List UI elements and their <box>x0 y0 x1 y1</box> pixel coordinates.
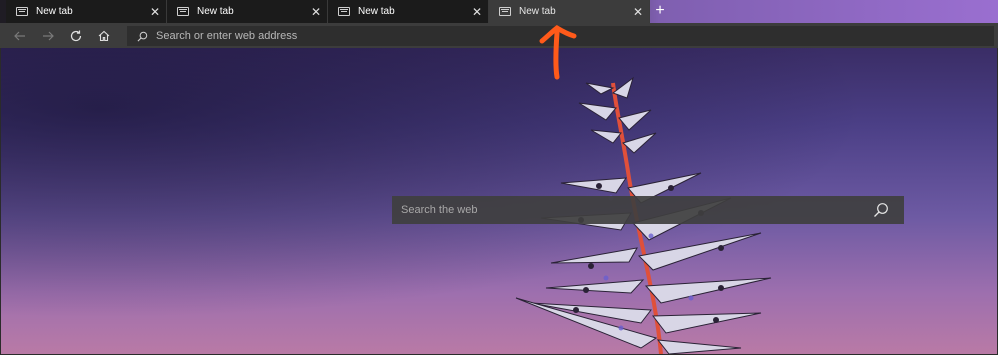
tab-page-icon <box>16 7 28 16</box>
new-tab-page: Search the web <box>1 48 997 354</box>
annotation-arrow-icon <box>539 25 577 80</box>
tab-strip: New tab ✕ New tab ✕ New tab ✕ New tab ✕ … <box>0 0 998 23</box>
home-icon <box>98 30 110 41</box>
tab-3[interactable]: New tab ✕ <box>328 0 489 23</box>
tab-title: New tab <box>197 6 234 17</box>
navigation-toolbar <box>0 23 998 48</box>
tab-title: New tab <box>519 6 556 17</box>
forward-button[interactable] <box>34 25 62 47</box>
new-tab-button[interactable]: + <box>652 3 668 19</box>
tab-1[interactable]: New tab ✕ <box>6 0 167 23</box>
search-icon <box>137 31 148 41</box>
tab-page-icon <box>499 7 511 16</box>
address-input[interactable] <box>156 30 856 42</box>
tab-4-active[interactable]: New tab ✕ <box>489 0 650 23</box>
home-button[interactable] <box>90 25 118 47</box>
web-search-box[interactable]: Search the web <box>392 196 904 224</box>
tab-page-icon <box>177 7 189 16</box>
tab-close-icon[interactable]: ✕ <box>470 5 484 19</box>
refresh-button[interactable] <box>62 25 90 47</box>
back-button[interactable] <box>6 25 34 47</box>
search-icon[interactable] <box>873 202 889 218</box>
tab-close-icon[interactable]: ✕ <box>309 5 323 19</box>
tab-2[interactable]: New tab ✕ <box>167 0 328 23</box>
web-search-placeholder: Search the web <box>401 204 478 216</box>
back-arrow-icon <box>14 31 25 40</box>
refresh-icon <box>70 30 82 41</box>
tab-page-icon <box>338 7 350 16</box>
tab-close-icon[interactable]: ✕ <box>631 5 645 19</box>
tab-title: New tab <box>36 6 73 17</box>
forward-arrow-icon <box>43 31 54 40</box>
tab-title: New tab <box>358 6 395 17</box>
tab-close-icon[interactable]: ✕ <box>148 5 162 19</box>
